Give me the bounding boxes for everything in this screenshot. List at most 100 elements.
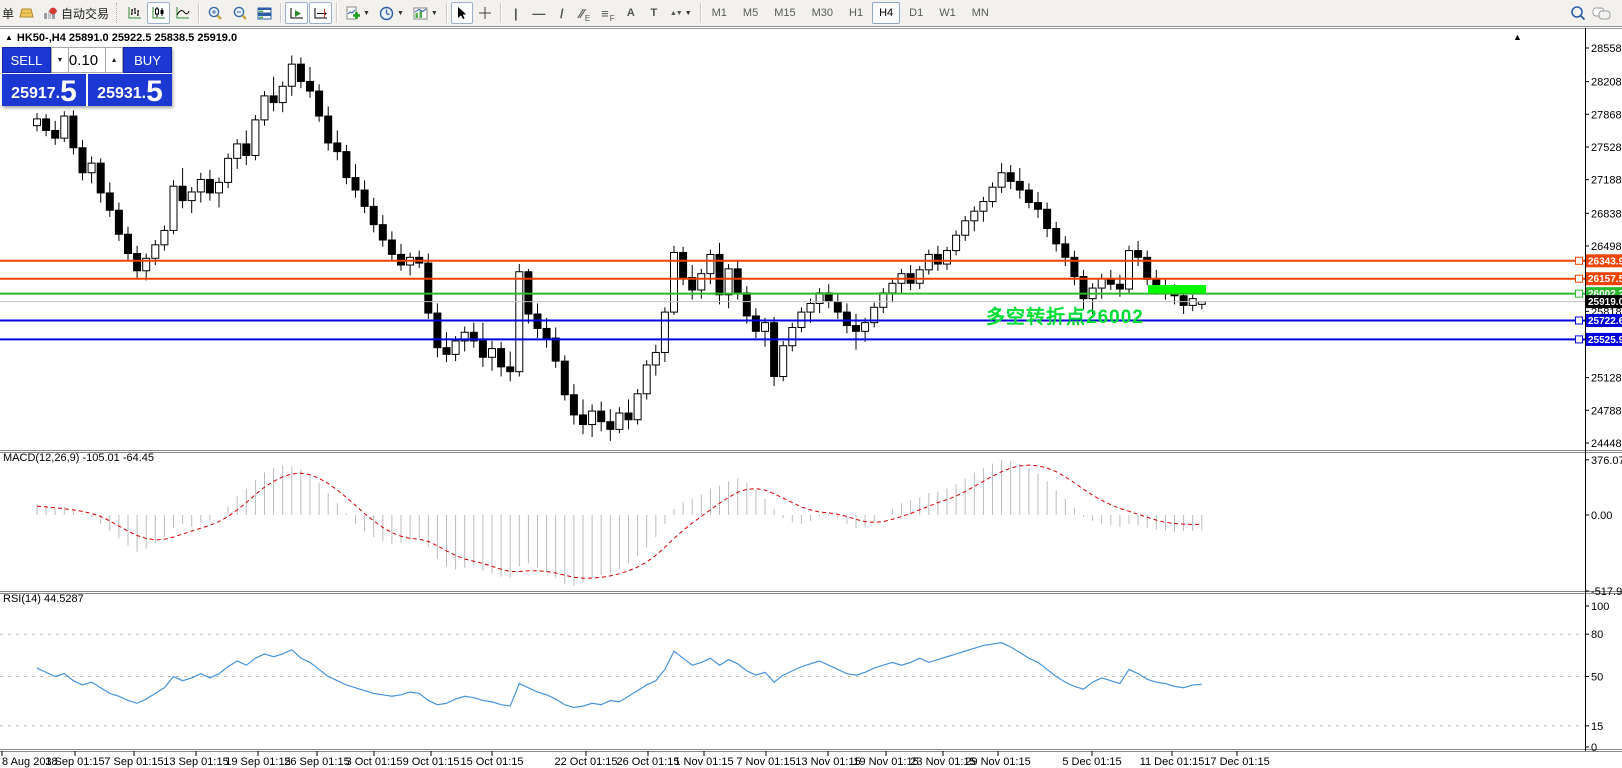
tile-windows-icon xyxy=(257,7,272,20)
gold-ingot-icon xyxy=(19,7,34,19)
candlestick-chart-icon xyxy=(151,6,166,20)
bar-chart-icon xyxy=(127,6,142,20)
svg-text:376.07: 376.07 xyxy=(1591,455,1622,467)
channel-tool-button[interactable]: ∕∕ E xyxy=(574,2,596,24)
timeframe-group: M1M5M15M30H1H4D1W1MN xyxy=(705,2,996,24)
one-click-trade-panel: SELL ▼ 0.10 ▲ BUY 25917.5 25931.5 xyxy=(2,47,172,106)
svg-text:9 Oct 01:15: 9 Oct 01:15 xyxy=(403,756,460,768)
svg-text:29 Nov 01:15: 29 Nov 01:15 xyxy=(965,756,1030,768)
fibonacci-tool-button[interactable]: ≡ F xyxy=(597,2,619,24)
periods-caret-icon: ▼ xyxy=(397,10,404,17)
search-icon[interactable] xyxy=(1570,5,1586,21)
channel-icon: ∕∕ xyxy=(580,6,584,21)
svg-text:▲: ▲ xyxy=(1513,32,1522,42)
svg-text:28208.0: 28208.0 xyxy=(1591,77,1622,89)
group-handle xyxy=(116,3,120,23)
svg-text:100: 100 xyxy=(1591,601,1609,613)
svg-text:80: 80 xyxy=(1591,629,1603,641)
timeframe-d1-button[interactable]: D1 xyxy=(902,2,930,24)
svg-text:19 Sep 01:15: 19 Sep 01:15 xyxy=(225,756,290,768)
time-axis: 8 Aug 20183 Sep 01:157 Sep 01:1513 Sep 0… xyxy=(2,751,1270,768)
autotrading-button[interactable]: 自动交易 xyxy=(39,2,113,24)
toolbar-separator xyxy=(336,3,337,23)
timeframe-h4-button[interactable]: H4 xyxy=(872,2,900,24)
svg-text:-517.93: -517.93 xyxy=(1591,586,1622,598)
rsi-layer xyxy=(37,643,1202,708)
timeframe-m15-button[interactable]: M15 xyxy=(767,2,802,24)
svg-text:24448.0: 24448.0 xyxy=(1591,438,1622,450)
crosshair-tool-button[interactable] xyxy=(474,2,496,24)
indicators-button[interactable]: ▼ xyxy=(341,2,374,24)
trendline-tool-button[interactable]: / xyxy=(551,2,573,24)
line-chart-button[interactable] xyxy=(171,2,194,24)
sell-price-big-digit: 5 xyxy=(60,80,77,104)
vertical-line-tool-button[interactable]: | xyxy=(505,2,527,24)
svg-text:7 Nov 01:15: 7 Nov 01:15 xyxy=(736,756,795,768)
sell-button[interactable]: SELL xyxy=(2,47,51,73)
candlestick-chart-button[interactable] xyxy=(147,2,170,24)
buy-button[interactable]: BUY xyxy=(123,47,172,73)
timeframe-m30-button[interactable]: M30 xyxy=(805,2,840,24)
chat-icon[interactable] xyxy=(1592,6,1612,21)
timeframe-w1-button[interactable]: W1 xyxy=(932,2,963,24)
autoscroll-icon xyxy=(289,7,304,20)
svg-text:27188.0: 27188.0 xyxy=(1591,175,1622,187)
gold-icon[interactable] xyxy=(15,2,38,24)
volume-decrease-button[interactable]: ▼ xyxy=(51,47,69,73)
chart-shift-button[interactable] xyxy=(309,2,332,24)
label-tool-button[interactable]: T xyxy=(643,2,665,24)
volume-input[interactable]: 0.10 xyxy=(69,47,105,73)
timeframe-m1-button[interactable]: M1 xyxy=(705,2,734,24)
svg-text:26343.9: 26343.9 xyxy=(1588,256,1622,267)
indicators-icon xyxy=(345,6,360,20)
svg-text:26838.0: 26838.0 xyxy=(1591,208,1622,220)
chart-title: ▲ HK50-,H4 25891.0 25922.5 25838.5 25919… xyxy=(5,32,237,44)
trade-panel-top-row: SELL ▼ 0.10 ▲ BUY xyxy=(2,47,172,73)
svg-text:3 Sep 01:15: 3 Sep 01:15 xyxy=(45,756,104,768)
line-chart-icon xyxy=(175,6,190,20)
sell-price-main: 25917 xyxy=(11,86,56,104)
annotation-highlight xyxy=(1148,285,1206,293)
timeframe-m5-button[interactable]: M5 xyxy=(736,2,765,24)
sell-price-display[interactable]: 25917.5 xyxy=(2,74,86,106)
tile-windows-button[interactable] xyxy=(253,2,276,24)
svg-text:0.00: 0.00 xyxy=(1591,510,1612,522)
svg-text:3 Oct 01:15: 3 Oct 01:15 xyxy=(346,756,403,768)
horizontal-line-tool-button[interactable]: — xyxy=(528,2,550,24)
svg-text:22 Oct 01:15: 22 Oct 01:15 xyxy=(555,756,618,768)
svg-text:11 Dec 01:15: 11 Dec 01:15 xyxy=(1140,756,1205,768)
svg-text:27528.0: 27528.0 xyxy=(1591,142,1622,154)
buy-price-display[interactable]: 25931.5 xyxy=(88,74,172,106)
rsi-levels xyxy=(0,634,1585,726)
templates-caret-icon: ▼ xyxy=(431,10,438,17)
periods-button[interactable]: ▼ xyxy=(375,2,408,24)
zoom-in-icon xyxy=(207,6,223,21)
cursor-icon xyxy=(455,6,468,20)
zoom-in-button[interactable] xyxy=(203,2,227,24)
svg-text:0: 0 xyxy=(1591,742,1597,754)
svg-text:25128.0: 25128.0 xyxy=(1591,373,1622,385)
autotrading-label: 自动交易 xyxy=(61,5,109,22)
zoom-out-button[interactable] xyxy=(228,2,252,24)
timeframe-mn-button[interactable]: MN xyxy=(965,2,996,24)
svg-text:13 Nov 01:15: 13 Nov 01:15 xyxy=(795,756,860,768)
toolbar-right-group xyxy=(1570,5,1620,21)
toolbar-separator xyxy=(280,3,281,23)
fibonacci-icon: ≡ xyxy=(601,6,609,21)
arrows-tool-button[interactable]: ▲▼ ▼ xyxy=(666,2,696,24)
cursor-tool-button[interactable] xyxy=(451,2,473,24)
templates-button[interactable]: ▼ xyxy=(409,2,442,24)
toolbar-separator xyxy=(700,3,701,23)
autoscroll-button[interactable] xyxy=(285,2,308,24)
bar-chart-button[interactable] xyxy=(123,2,146,24)
svg-text:28558.0: 28558.0 xyxy=(1591,43,1622,55)
arrows-icon: ▲▼ xyxy=(670,10,682,17)
svg-text:25919.0: 25919.0 xyxy=(1588,297,1622,308)
chart-canvas[interactable]: 28558.028208.027868.027528.027188.026838… xyxy=(0,28,1622,768)
text-tool-button[interactable]: A xyxy=(620,2,642,24)
timeframe-h1-button[interactable]: H1 xyxy=(842,2,870,24)
volume-increase-button[interactable]: ▲ xyxy=(105,47,123,73)
chart-frame xyxy=(0,28,1622,752)
clock-icon xyxy=(379,6,394,21)
new-order-button[interactable]: 单 xyxy=(2,5,14,22)
